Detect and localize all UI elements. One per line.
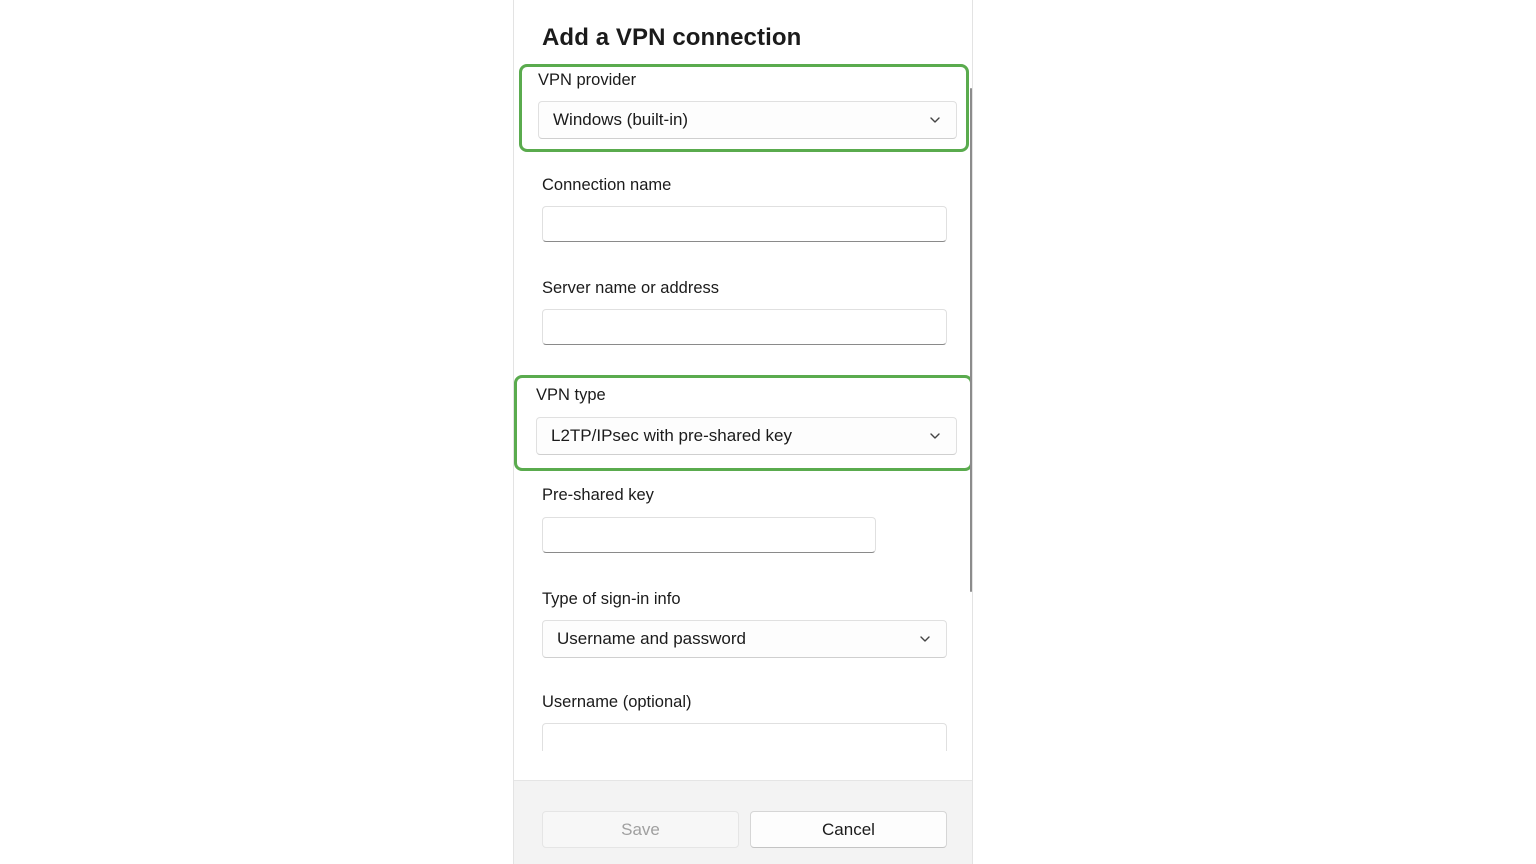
vpn-provider-dropdown[interactable]: Windows (built-in) (538, 101, 957, 139)
sign-in-type-dropdown[interactable]: Username and password (542, 620, 947, 658)
server-name-label: Server name or address (542, 279, 719, 297)
vpn-dialog: Add a VPN connection VPN provider Window… (513, 0, 973, 864)
chevron-down-icon (930, 433, 940, 439)
server-name-input[interactable] (542, 309, 947, 345)
pre-shared-key-label: Pre-shared key (542, 486, 654, 504)
vpn-provider-value: Windows (built-in) (553, 110, 689, 129)
chevron-down-icon (930, 117, 940, 123)
username-label: Username (optional) (542, 693, 692, 711)
vpn-type-label: VPN type (536, 386, 606, 404)
save-button[interactable]: Save (542, 811, 739, 848)
scrollbar[interactable] (970, 88, 972, 592)
pre-shared-key-input[interactable] (542, 517, 876, 553)
vpn-type-dropdown[interactable]: L2TP/IPsec with pre-shared key (536, 417, 957, 455)
connection-name-input[interactable] (542, 206, 947, 242)
sign-in-type-value: Username and password (557, 629, 746, 648)
dialog-title: Add a VPN connection (542, 24, 802, 51)
vpn-type-value: L2TP/IPsec with pre-shared key (551, 426, 792, 445)
chevron-down-icon (920, 636, 930, 642)
cancel-button[interactable]: Cancel (750, 811, 947, 848)
sign-in-type-label: Type of sign-in info (542, 590, 681, 608)
connection-name-label: Connection name (542, 176, 672, 194)
dialog-footer: Save Cancel (514, 780, 972, 864)
username-input[interactable] (542, 723, 947, 751)
vpn-provider-label: VPN provider (538, 71, 637, 89)
